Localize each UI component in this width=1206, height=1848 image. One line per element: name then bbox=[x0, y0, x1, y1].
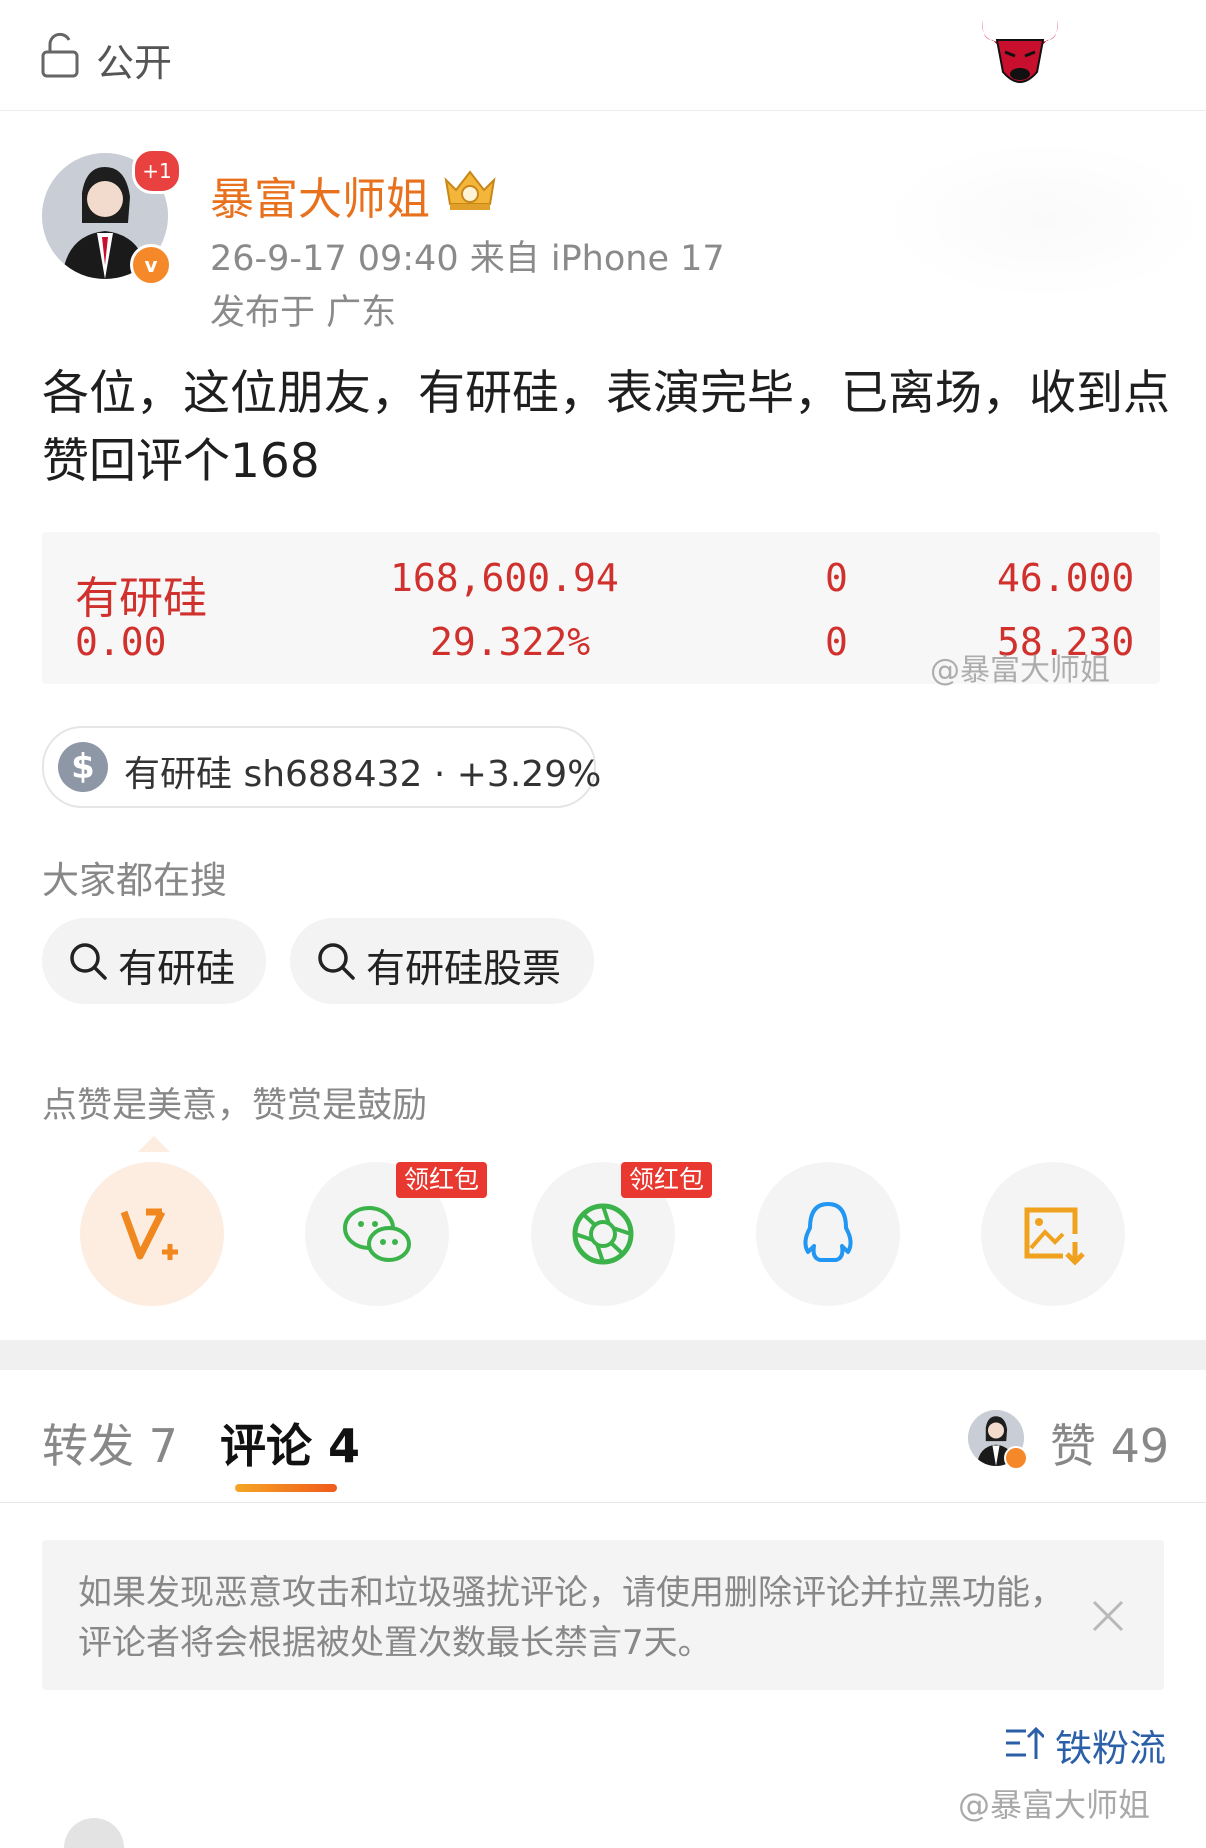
save-image-icon bbox=[1024, 1207, 1085, 1266]
quote-stock-name: 有研硅 bbox=[75, 573, 207, 624]
quote-price: 46.000 bbox=[997, 556, 1135, 600]
unlock-icon bbox=[41, 32, 79, 78]
red-packet-badge: 领红包 bbox=[621, 1162, 713, 1198]
search-suggestion-label: 有研硅股票 bbox=[366, 947, 562, 992]
quote-amount: 168,600.94 bbox=[390, 556, 619, 600]
post-location: 发布于 广东 bbox=[210, 293, 397, 333]
dollar-icon: $ bbox=[58, 742, 108, 792]
commenter-avatar[interactable] bbox=[64, 1818, 124, 1848]
sort-icon[interactable] bbox=[1004, 1725, 1044, 1761]
post-body: 各位，这位朋友，有研硅，表演完毕，已离场，收到点赞回评个168 bbox=[42, 366, 1170, 489]
sort-label[interactable]: 铁粉流 bbox=[1055, 1718, 1166, 1772]
qq-icon bbox=[803, 1202, 853, 1262]
reward-prompt: 点赞是美意，赞赏是鼓励 bbox=[42, 1086, 428, 1126]
notification-badge: +1 bbox=[132, 148, 182, 194]
image-watermark: @暴富大师姐 bbox=[958, 1786, 1151, 1824]
search-suggestion-label: 有研硅 bbox=[118, 947, 236, 992]
image-watermark: @暴富大师姐 bbox=[930, 653, 1110, 688]
visibility-label[interactable]: 公开 bbox=[96, 32, 172, 87]
quote-value: 0 bbox=[825, 556, 848, 600]
quote-value: 0.00 bbox=[75, 620, 167, 664]
active-tab-indicator bbox=[235, 1484, 337, 1492]
tab-repost[interactable]: 转发 7 bbox=[42, 1410, 178, 1476]
quote-percent: 29.322% bbox=[430, 620, 591, 664]
crown-badge-icon[interactable] bbox=[440, 164, 500, 214]
tab-like[interactable]: 赞 49 bbox=[1050, 1410, 1169, 1476]
bulls-logo-icon bbox=[982, 20, 1058, 83]
verified-badge bbox=[1004, 1446, 1028, 1470]
blurred-area bbox=[880, 140, 1206, 300]
tab-comment[interactable]: 评论 4 bbox=[220, 1410, 360, 1476]
moments-icon bbox=[572, 1203, 634, 1265]
weibo-vplus-button[interactable] bbox=[80, 1162, 224, 1306]
trending-search-heading: 大家都在搜 bbox=[42, 859, 227, 902]
verified-badge: v bbox=[130, 244, 172, 286]
stock-tag-label: 有研硅 sh688432 · +3.29% bbox=[124, 754, 602, 795]
qq-share-button[interactable] bbox=[756, 1162, 900, 1306]
author-name[interactable]: 暴富大师姐 bbox=[210, 163, 430, 227]
quote-value: 0 bbox=[825, 620, 848, 664]
search-icon bbox=[318, 943, 355, 980]
search-icon bbox=[70, 943, 107, 980]
post-meta: 26-9-17 09:40 来自 iPhone 17 bbox=[210, 239, 725, 279]
close-icon[interactable] bbox=[1090, 1598, 1126, 1634]
notice-text: 如果发现恶意攻击和垃圾骚扰评论，请使用删除评论并拉黑功能，评论者将会根据被处置次… bbox=[78, 1573, 1064, 1663]
weibo-vplus-icon bbox=[120, 1208, 178, 1260]
wechat-icon bbox=[343, 1206, 411, 1262]
save-image-button[interactable] bbox=[981, 1162, 1125, 1306]
pointer-triangle bbox=[138, 1136, 170, 1152]
section-divider bbox=[0, 1340, 1206, 1370]
red-packet-badge: 领红包 bbox=[396, 1162, 488, 1198]
tabs-divider bbox=[0, 1502, 1206, 1503]
